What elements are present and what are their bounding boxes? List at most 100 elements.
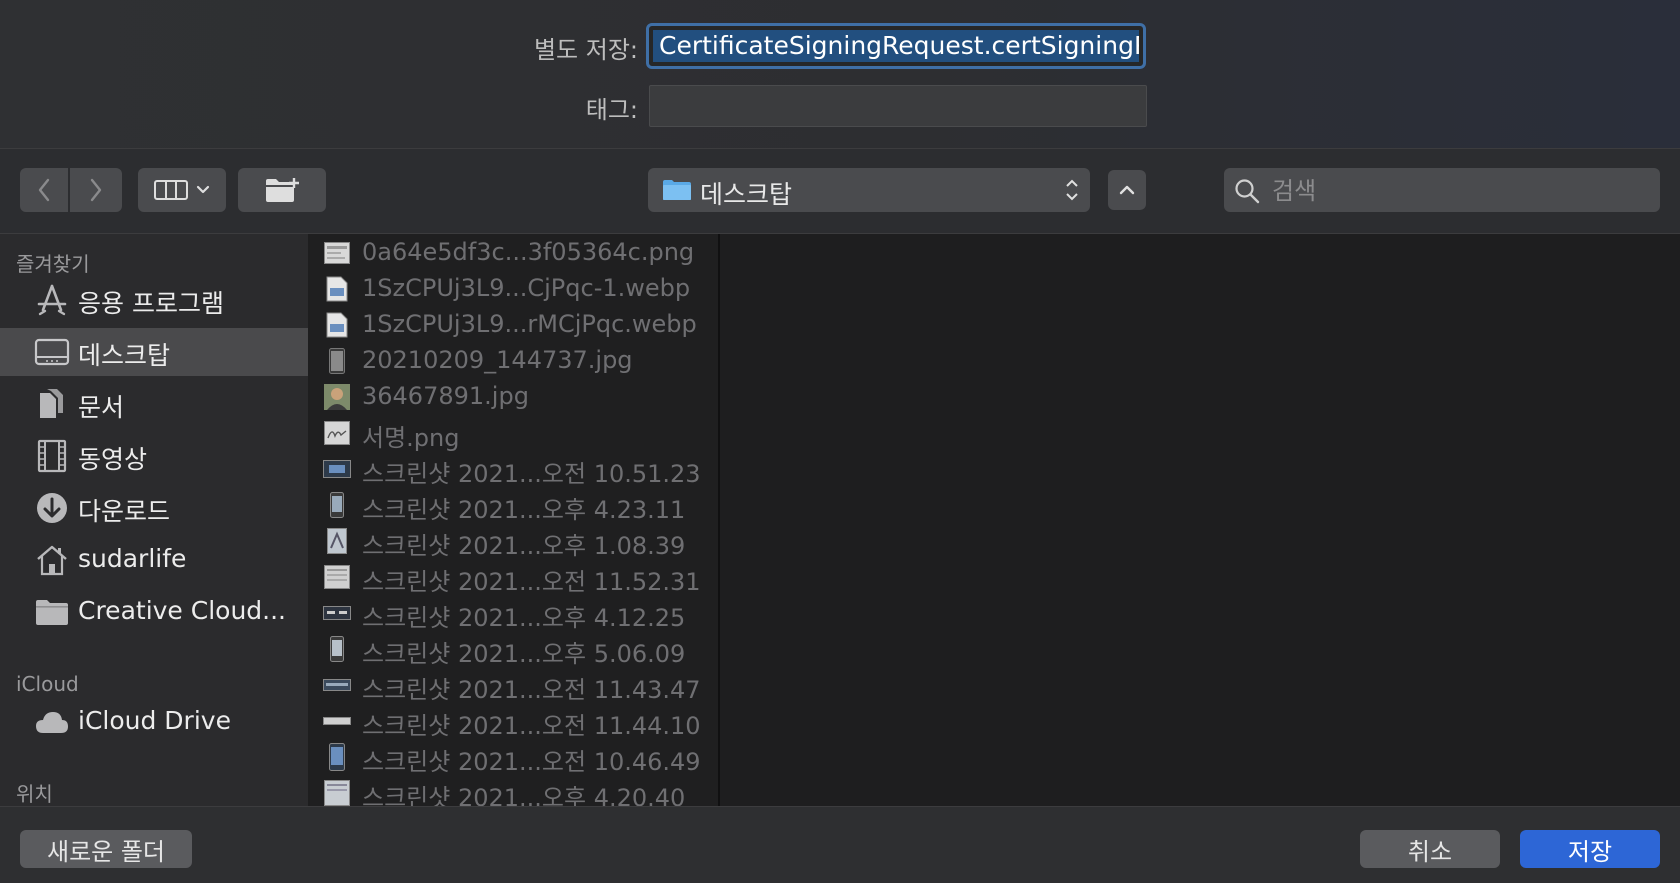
file-row[interactable]: 스크린샷 2021...오전 10.46.49	[310, 739, 718, 776]
file-name: 서명.png	[362, 424, 460, 452]
chevron-up-icon	[1119, 185, 1135, 195]
file-name: 20210209_144737.jpg	[362, 346, 633, 374]
back-button[interactable]	[20, 168, 68, 212]
expand-collapse-button[interactable]	[1108, 170, 1146, 210]
sidebar: 즐겨찾기 응용 프로그램 데스크탑 문서 동영상 다운로드 sudarlife …	[0, 234, 308, 806]
sidebar-item-movies[interactable]: 동영상	[0, 432, 308, 480]
screenshot-thumbnail-icon	[323, 780, 351, 806]
file-row[interactable]: 스크린샷 2021...오후 4.12.25	[310, 595, 718, 632]
save-button[interactable]: 저장	[1520, 830, 1660, 868]
screenshot-thumbnail-icon	[323, 636, 351, 662]
folder-icon	[32, 594, 72, 630]
downloads-icon	[32, 490, 72, 526]
location-dropdown[interactable]: 데스크탑	[648, 168, 1090, 212]
new-folder-button[interactable]: 새로운 폴더	[20, 830, 192, 868]
screenshot-thumbnail-icon	[323, 743, 351, 771]
file-name: 1SzCPUj3L9...CjPqc-1.webp	[362, 274, 691, 302]
search-field[interactable]	[1224, 168, 1660, 212]
file-name: 스크린샷 2021...오후 5.06.09	[362, 640, 686, 668]
file-name: 스크린샷 2021...오전 11.44.10	[362, 712, 701, 740]
file-name: 스크린샷 2021...오후 4.23.11	[362, 496, 686, 524]
sidebar-item-creative-cloud[interactable]: Creative Cloud...	[0, 588, 308, 636]
screenshot-thumbnail-icon	[323, 492, 351, 518]
file-row[interactable]: 1SzCPUj3L9...CjPqc-1.webp	[310, 271, 718, 307]
new-folder-toolbar-button[interactable]	[238, 168, 326, 212]
file-row[interactable]: 0a64e5df3c...3f05364c.png	[310, 235, 718, 271]
toolbar: 데스크탑	[0, 149, 1680, 234]
file-name: 1SzCPUj3L9...rMCjPqc.webp	[362, 310, 697, 338]
screenshot-thumbnail-icon	[323, 564, 351, 590]
sidebar-item-label: 데스크탑	[78, 341, 171, 370]
chevron-down-icon	[196, 185, 210, 194]
signature-thumbnail-icon	[323, 420, 351, 446]
applications-icon	[32, 282, 72, 318]
webp-file-icon	[323, 312, 351, 338]
chevron-right-icon	[90, 178, 102, 202]
sidebar-item-icloud-drive[interactable]: iCloud Drive	[0, 698, 308, 746]
photo-thumbnail-icon	[323, 348, 351, 374]
file-row[interactable]: 스크린샷 2021...오후 4.20.40	[310, 775, 718, 806]
screenshot-thumbnail-icon	[323, 600, 351, 626]
save-header: 별도 저장: CertificateSigningRequest.certSig…	[0, 0, 1680, 149]
documents-icon	[32, 386, 72, 422]
new-folder-icon	[266, 178, 299, 202]
sidebar-item-label: iCloud Drive	[78, 706, 231, 735]
file-name: 스크린샷 2021...오후 4.20.40	[362, 784, 686, 806]
file-row[interactable]: 1SzCPUj3L9...rMCjPqc.webp	[310, 307, 718, 343]
sidebar-item-applications[interactable]: 응용 프로그램	[0, 276, 308, 324]
forward-button[interactable]	[70, 168, 122, 212]
filename-field[interactable]: CertificateSigningRequest.certSigningRe	[646, 23, 1146, 69]
sidebar-item-desktop[interactable]: 데스크탑	[0, 328, 308, 376]
file-row[interactable]: 스크린샷 2021...오전 11.44.10	[310, 703, 718, 740]
tags-field[interactable]	[649, 85, 1147, 127]
file-row[interactable]: 스크린샷 2021...오전 10.51.23	[310, 451, 718, 488]
favorites-heading: 즐겨찾기	[16, 252, 90, 276]
search-input[interactable]	[1270, 174, 1644, 208]
file-row[interactable]: 스크린샷 2021...오후 1.08.39	[310, 523, 718, 560]
sidebar-item-label: 다운로드	[78, 497, 171, 526]
file-name: 스크린샷 2021...오전 11.43.47	[362, 676, 701, 704]
folder-icon	[663, 180, 691, 200]
columns-view-icon	[154, 180, 188, 200]
bottom-bar: 새로운 폴더 취소 저장	[0, 806, 1680, 883]
file-name: 스크린샷 2021...오후 4.12.25	[362, 604, 686, 632]
file-name: 0a64e5df3c...3f05364c.png	[362, 238, 695, 266]
image-thumbnail-icon	[323, 240, 351, 266]
file-row[interactable]: 스크린샷 2021...오후 4.23.11	[310, 487, 718, 524]
file-name: 스크린샷 2021...오전 10.51.23	[362, 460, 701, 488]
file-row[interactable]: 서명.png	[310, 415, 718, 452]
sidebar-item-home[interactable]: sudarlife	[0, 536, 308, 584]
home-icon	[32, 542, 72, 578]
webp-file-icon	[323, 276, 351, 302]
movies-icon	[32, 438, 72, 474]
file-row[interactable]: 스크린샷 2021...오후 5.06.09	[310, 631, 718, 668]
screenshot-thumbnail-icon	[323, 456, 351, 482]
file-row[interactable]: 스크린샷 2021...오전 11.52.31	[310, 559, 718, 596]
filename-text[interactable]: CertificateSigningRequest.certSigningRe	[653, 30, 1139, 62]
file-row[interactable]: 20210209_144737.jpg	[310, 343, 718, 379]
file-list: 0a64e5df3c...3f05364c.png 1SzCPUj3L9...C…	[310, 234, 720, 806]
sidebar-item-documents[interactable]: 문서	[0, 380, 308, 428]
locations-heading: 위치	[16, 782, 53, 806]
saveas-label: 별도 저장:	[533, 36, 638, 64]
sidebar-item-downloads[interactable]: 다운로드	[0, 484, 308, 532]
chevron-left-icon	[38, 178, 50, 202]
sidebar-item-label: 응용 프로그램	[78, 289, 224, 318]
file-row[interactable]: 스크린샷 2021...오전 11.43.47	[310, 667, 718, 704]
search-icon	[1235, 179, 1260, 204]
file-name: 36467891.jpg	[362, 382, 529, 410]
sidebar-item-label: Creative Cloud...	[78, 596, 287, 625]
view-mode-button[interactable]	[138, 168, 226, 212]
cancel-button[interactable]: 취소	[1360, 830, 1500, 868]
desktop-icon	[32, 334, 72, 370]
portrait-thumbnail-icon	[323, 384, 351, 410]
cloud-icon	[32, 704, 72, 740]
icloud-heading: iCloud	[16, 672, 79, 696]
tags-label: 태그:	[585, 96, 638, 124]
file-row[interactable]: 36467891.jpg	[310, 379, 718, 415]
file-name: 스크린샷 2021...오전 11.52.31	[362, 568, 701, 596]
sidebar-item-label: 문서	[78, 393, 125, 422]
sidebar-item-label: 동영상	[78, 445, 148, 474]
updown-chevron-icon	[1066, 179, 1078, 201]
screenshot-thumbnail-icon	[323, 672, 351, 698]
